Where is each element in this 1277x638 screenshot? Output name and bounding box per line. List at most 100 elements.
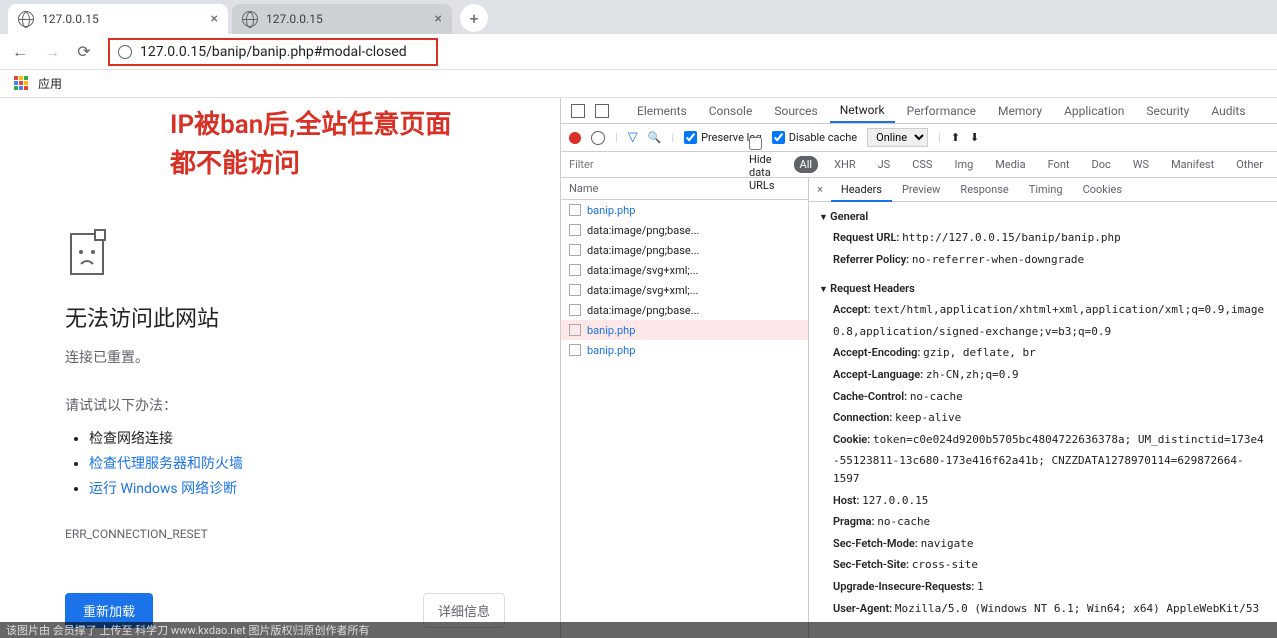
request-name: data:image/png;base... <box>587 224 699 237</box>
filter-media[interactable]: Media <box>989 156 1031 173</box>
request-row[interactable]: data:image/png;base... <box>561 220 808 240</box>
globe-icon <box>18 11 34 27</box>
globe-icon <box>118 45 132 59</box>
tab-title: 127.0.0.15 <box>266 12 323 26</box>
file-icon <box>569 304 581 316</box>
record-icon[interactable] <box>569 132 581 144</box>
error-code: ERR_CONNECTION_RESET <box>65 527 560 541</box>
header-row: -55123811-13c680-173e416f62a41b; CNZZDAT… <box>819 450 1267 489</box>
header-row: Sec-Fetch-Mode: navigate <box>819 533 1267 555</box>
close-icon[interactable]: × <box>211 11 218 27</box>
header-row: Host: 127.0.0.15 <box>819 490 1267 512</box>
tab-performance[interactable]: Performance <box>897 100 986 122</box>
tab-0[interactable]: 127.0.0.15× <box>8 4 228 34</box>
filter-manifest[interactable]: Manifest <box>1165 156 1220 173</box>
name-header: Name <box>561 178 808 200</box>
tab-timing[interactable]: Timing <box>1019 179 1073 200</box>
close-icon[interactable]: × <box>435 11 442 27</box>
header-row: Cache-Control: no-cache <box>819 386 1267 408</box>
filter-input[interactable] <box>569 158 739 171</box>
request-headers-header[interactable]: Request Headers <box>819 278 1267 299</box>
tab-memory[interactable]: Memory <box>988 100 1052 122</box>
download-icon[interactable]: ⬇ <box>970 131 979 144</box>
filter-icon[interactable]: ▽ <box>628 130 638 145</box>
error-subtitle: 连接已重置。 <box>65 347 560 367</box>
filter-img[interactable]: Img <box>948 156 979 173</box>
header-row: Upgrade-Insecure-Requests: 1 <box>819 576 1267 598</box>
watermark: 该图片由 会员撑了 上传至 科学刀 www.kxdao.net 图片版权归原创作… <box>0 622 1277 638</box>
tab-1[interactable]: 127.0.0.15 × <box>232 4 452 34</box>
request-name: data:image/png;base... <box>587 304 699 317</box>
tab-elements[interactable]: Elements <box>627 100 697 122</box>
request-detail: × Headers Preview Response Timing Cookie… <box>809 178 1277 638</box>
url-input[interactable]: 127.0.0.15/banip/banip.php#modal-closed <box>108 38 438 66</box>
request-row[interactable]: banip.php <box>561 320 808 340</box>
devtools-panel: Elements Console Sources Network Perform… <box>560 98 1277 638</box>
header-row: Pragma: no-cache <box>819 511 1267 533</box>
header-row: Accept-Encoding: gzip, deflate, br <box>819 342 1267 364</box>
proxy-link[interactable]: 检查代理服务器和防火墙 <box>89 456 243 472</box>
throttling-select[interactable]: Online <box>867 128 928 147</box>
error-title: 无法访问此网站 <box>65 301 560 333</box>
filter-xhr[interactable]: XHR <box>828 156 862 173</box>
request-row[interactable]: data:image/svg+xml;... <box>561 260 808 280</box>
back-button[interactable]: ← <box>8 40 32 64</box>
tab-network[interactable]: Network <box>830 99 895 123</box>
request-name: banip.php <box>587 344 635 357</box>
apps-label[interactable]: 应用 <box>38 75 62 92</box>
filter-font[interactable]: Font <box>1042 156 1076 173</box>
diagnostics-link[interactable]: 运行 Windows 网络诊断 <box>89 481 237 497</box>
upload-icon[interactable]: ⬆ <box>951 131 960 144</box>
close-detail-icon[interactable]: × <box>809 183 831 196</box>
tab-response[interactable]: Response <box>950 179 1018 200</box>
tab-security[interactable]: Security <box>1136 100 1199 122</box>
general-header[interactable]: General <box>819 206 1267 227</box>
sad-page-icon <box>65 228 113 276</box>
filter-other[interactable]: Other <box>1230 156 1269 173</box>
tab-cookies[interactable]: Cookies <box>1073 179 1132 200</box>
url-text: 127.0.0.15/banip/banip.php#modal-closed <box>140 44 407 60</box>
tab-preview[interactable]: Preview <box>892 179 950 200</box>
apps-icon[interactable] <box>14 76 30 92</box>
header-row: Cookie: token=c0e024d9200b5705bc48047226… <box>819 429 1267 451</box>
request-row[interactable]: data:image/png;base... <box>561 240 808 260</box>
tab-console[interactable]: Console <box>699 100 763 122</box>
filter-doc[interactable]: Doc <box>1086 156 1117 173</box>
globe-icon <box>242 11 258 27</box>
tab-headers[interactable]: Headers <box>831 179 892 202</box>
inspect-icon[interactable] <box>571 104 585 118</box>
tab-audits[interactable]: Audits <box>1201 100 1255 122</box>
annotation-text: IP被ban后,全站任意页面都不能访问 <box>170 106 451 184</box>
tab-sources[interactable]: Sources <box>764 100 827 122</box>
filter-ws[interactable]: WS <box>1127 156 1155 173</box>
list-item: 运行 Windows 网络诊断 <box>89 477 560 502</box>
header-row: 0.8,application/signed-exchange;v=b3;q=0… <box>819 321 1267 343</box>
file-icon <box>569 284 581 296</box>
filter-bar: Hide data URLs All XHR JS CSS Img Media … <box>561 152 1277 178</box>
filter-all[interactable]: All <box>794 156 819 173</box>
address-bar: ← → ⟳ 127.0.0.15/banip/banip.php#modal-c… <box>0 34 1277 70</box>
request-row[interactable]: banip.php <box>561 340 808 360</box>
request-row[interactable]: data:image/svg+xml;... <box>561 280 808 300</box>
list-item: 检查代理服务器和防火墙 <box>89 452 560 477</box>
tab-application[interactable]: Application <box>1054 100 1134 122</box>
search-icon[interactable]: 🔍 <box>648 131 662 144</box>
referrer-policy: Referrer Policy: no-referrer-when-downgr… <box>819 249 1267 271</box>
forward-button[interactable]: → <box>40 40 64 64</box>
new-tab-button[interactable]: + <box>460 4 488 32</box>
device-icon[interactable] <box>595 104 609 118</box>
request-row[interactable]: data:image/png;base... <box>561 300 808 320</box>
filter-js[interactable]: JS <box>872 156 897 173</box>
file-icon <box>569 244 581 256</box>
request-row[interactable]: banip.php <box>561 200 808 220</box>
browser-tabs: 127.0.0.15× 127.0.0.15× + <box>0 0 1277 34</box>
clear-icon[interactable] <box>591 131 605 145</box>
file-icon <box>569 204 581 216</box>
error-try: 请试试以下办法： <box>65 395 560 415</box>
disable-cache-checkbox[interactable]: Disable cache <box>772 131 857 144</box>
filter-css[interactable]: CSS <box>906 156 938 173</box>
file-icon <box>569 324 581 336</box>
error-page: IP被ban后,全站任意页面都不能访问 无法访问此网站 连接已重置。 请试试以下… <box>0 98 560 638</box>
request-name: data:image/svg+xml;... <box>587 264 698 277</box>
reload-button[interactable]: ⟳ <box>72 40 96 64</box>
